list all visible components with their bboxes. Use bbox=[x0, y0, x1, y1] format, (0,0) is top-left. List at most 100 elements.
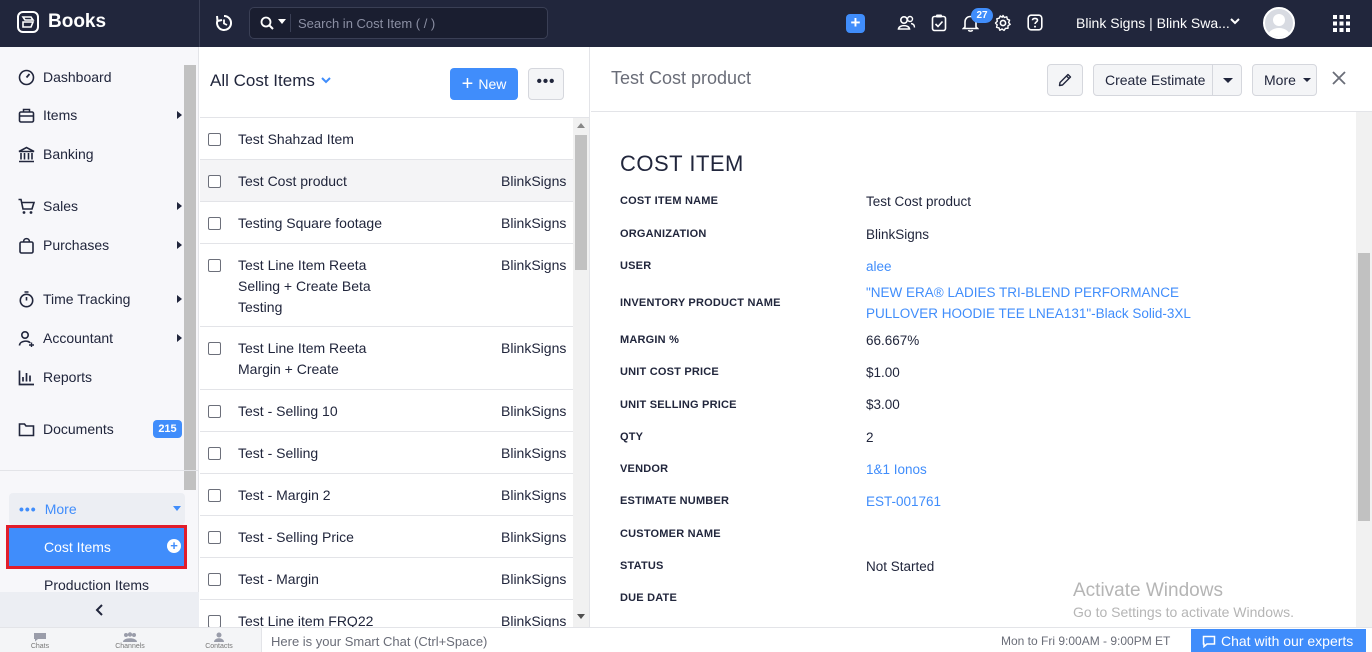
sidebar-item-label: Documents bbox=[43, 421, 114, 437]
quick-create-button[interactable]: + bbox=[846, 14, 865, 33]
app-logo[interactable]: Books bbox=[16, 10, 106, 34]
sidebar-item-dashboard[interactable]: Dashboard bbox=[0, 62, 184, 92]
detail-scrollbar-thumb[interactable] bbox=[1358, 253, 1370, 521]
app-grid-icon[interactable] bbox=[1333, 15, 1350, 32]
row-checkbox[interactable] bbox=[208, 531, 221, 544]
field-label: DUE DATE bbox=[620, 592, 678, 604]
scroll-down-icon[interactable] bbox=[577, 614, 585, 619]
list-item[interactable]: Test - Margin BlinkSigns bbox=[200, 558, 573, 600]
create-estimate-button[interactable]: Create Estimate bbox=[1093, 64, 1242, 96]
row-checkbox[interactable] bbox=[208, 489, 221, 502]
sidebar-item-reports[interactable]: Reports bbox=[0, 362, 184, 392]
global-search[interactable] bbox=[249, 7, 548, 39]
item-organization: BlinkSigns bbox=[501, 487, 567, 503]
row-checkbox[interactable] bbox=[208, 342, 221, 355]
item-name: Test Cost product bbox=[238, 173, 347, 189]
chat-bubble-icon bbox=[34, 633, 46, 642]
list-item[interactable]: Test - Selling 10 BlinkSigns bbox=[200, 390, 573, 432]
list-view-title[interactable]: All Cost Items bbox=[210, 71, 315, 91]
settings-gear-icon[interactable] bbox=[994, 14, 1012, 32]
button-divider bbox=[1212, 65, 1213, 95]
chevron-down-icon bbox=[1303, 78, 1311, 82]
sidebar-item-banking[interactable]: Banking bbox=[0, 139, 184, 169]
list-item[interactable]: Test - Margin 2 BlinkSigns bbox=[200, 474, 573, 516]
contacts-link[interactable]: Contacts bbox=[194, 630, 244, 650]
vendor-link[interactable]: 1&1 Ionos bbox=[866, 459, 1206, 480]
close-icon[interactable] bbox=[1331, 70, 1347, 86]
sidebar-item-time-tracking[interactable]: Time Tracking bbox=[0, 284, 184, 314]
sidebar-item-sales[interactable]: Sales bbox=[0, 191, 184, 221]
item-organization: BlinkSigns bbox=[501, 257, 567, 273]
sidebar-item-cost-items[interactable]: Cost Items + bbox=[6, 525, 187, 569]
edit-button[interactable] bbox=[1047, 64, 1083, 96]
add-cost-item-icon[interactable]: + bbox=[167, 539, 181, 553]
search-filter-caret-icon[interactable] bbox=[278, 19, 286, 25]
row-checkbox[interactable] bbox=[208, 447, 221, 460]
list-more-options-button[interactable]: ••• bbox=[528, 68, 564, 100]
list-item[interactable]: Test Line Item Reeta Margin + Create Bli… bbox=[200, 327, 573, 390]
row-checkbox[interactable] bbox=[208, 133, 221, 146]
list-item[interactable]: Test Shahzad Item bbox=[200, 118, 573, 160]
more-actions-button[interactable]: More bbox=[1252, 64, 1317, 96]
scroll-up-icon[interactable] bbox=[577, 123, 585, 128]
list-header: All Cost Items + New ••• bbox=[200, 47, 589, 118]
sidebar-item-production-items[interactable]: Production Items bbox=[44, 577, 149, 593]
row-checkbox[interactable] bbox=[208, 217, 221, 230]
item-name: Test - Margin bbox=[238, 571, 319, 587]
row-checkbox[interactable] bbox=[208, 573, 221, 586]
inventory-product-link[interactable]: "NEW ERA® LADIES TRI-BLEND PERFORMANCE P… bbox=[866, 282, 1206, 324]
row-checkbox[interactable] bbox=[208, 405, 221, 418]
cost-items-list-panel: All Cost Items + New ••• Test Shahzad It… bbox=[200, 47, 590, 627]
list-item[interactable]: Test - Selling Price BlinkSigns bbox=[200, 516, 573, 558]
sidebar-more-toggle[interactable]: ••• More bbox=[9, 493, 185, 525]
sidebar-item-documents[interactable]: Documents 215 bbox=[0, 414, 184, 444]
list-item[interactable]: Test Line item FRQ22 BlinkSigns bbox=[200, 600, 573, 627]
sidebar-item-label: Reports bbox=[43, 369, 93, 385]
recent-activity-icon[interactable] bbox=[214, 13, 234, 33]
chat-with-experts-button[interactable]: Chat with our experts bbox=[1191, 629, 1366, 652]
expand-arrow-icon[interactable] bbox=[177, 202, 182, 210]
row-checkbox[interactable] bbox=[208, 615, 221, 627]
reports-icon bbox=[18, 370, 34, 385]
users-icon[interactable] bbox=[897, 14, 916, 32]
row-checkbox[interactable] bbox=[208, 175, 221, 188]
expand-arrow-icon[interactable] bbox=[177, 111, 182, 119]
sidebar-collapse-button[interactable] bbox=[0, 592, 199, 627]
chat-button-label: Chat with our experts bbox=[1221, 633, 1354, 649]
field-label: COST ITEM NAME bbox=[620, 195, 719, 207]
chevron-down-icon[interactable] bbox=[321, 77, 331, 84]
user-link[interactable]: alee bbox=[866, 256, 1206, 277]
expand-arrow-icon[interactable] bbox=[177, 241, 182, 249]
user-avatar[interactable] bbox=[1263, 7, 1295, 39]
sidebar-scrollbar[interactable] bbox=[184, 65, 196, 490]
field-value: $3.00 bbox=[866, 397, 900, 412]
item-organization: BlinkSigns bbox=[501, 529, 567, 545]
help-icon[interactable] bbox=[1027, 14, 1043, 31]
sidebar-item-items[interactable]: Items bbox=[0, 100, 184, 130]
chevron-down-icon[interactable] bbox=[1230, 18, 1240, 25]
list-item[interactable]: Test - Selling BlinkSigns bbox=[200, 432, 573, 474]
list-item[interactable]: Testing Square footage BlinkSigns bbox=[200, 202, 573, 244]
estimate-number-link[interactable]: EST-001761 bbox=[866, 491, 1206, 512]
channels-link[interactable]: Channels bbox=[105, 630, 155, 650]
sidebar-item-purchases[interactable]: Purchases bbox=[0, 230, 184, 260]
sidebar-item-accountant[interactable]: Accountant bbox=[0, 323, 184, 353]
app-name: Books bbox=[48, 11, 107, 32]
chats-link[interactable]: Chats bbox=[15, 630, 65, 650]
field-value: Not Started bbox=[866, 559, 935, 574]
tasks-icon[interactable] bbox=[931, 14, 947, 32]
list-scrollbar-thumb[interactable] bbox=[575, 135, 587, 270]
row-checkbox[interactable] bbox=[208, 259, 221, 272]
list-item[interactable]: Test Cost product BlinkSigns bbox=[200, 160, 573, 202]
expand-arrow-icon[interactable] bbox=[177, 295, 182, 303]
item-organization: BlinkSigns bbox=[501, 571, 567, 587]
accountant-icon bbox=[18, 330, 34, 347]
new-cost-item-button[interactable]: + New bbox=[450, 68, 518, 100]
smart-chat-input[interactable]: Here is your Smart Chat (Ctrl+Space) bbox=[271, 634, 487, 649]
create-estimate-dropdown-icon[interactable] bbox=[1223, 78, 1233, 83]
search-input[interactable] bbox=[298, 12, 538, 34]
organization-switcher[interactable]: Blink Signs | Blink Swa... bbox=[1076, 15, 1230, 31]
list-item[interactable]: Test Line Item Reeta Selling + Create Be… bbox=[200, 244, 573, 327]
search-divider bbox=[290, 14, 291, 32]
expand-arrow-icon[interactable] bbox=[177, 334, 182, 342]
